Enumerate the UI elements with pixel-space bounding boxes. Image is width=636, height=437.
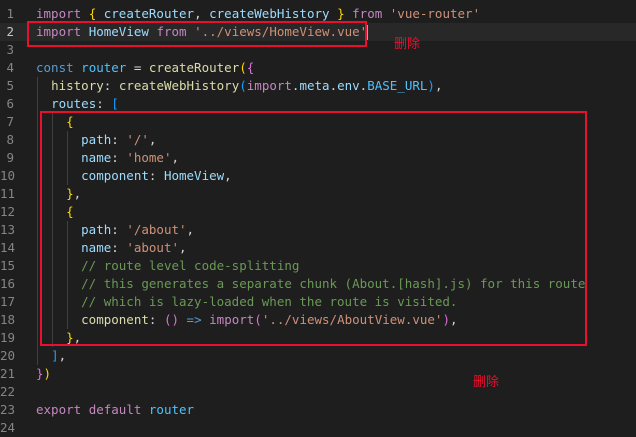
- code-line[interactable]: 4 const router = createRouter({: [0, 59, 636, 77]
- text-cursor: [367, 25, 369, 40]
- line-number: 22: [0, 384, 16, 399]
- line-number: 19: [0, 330, 16, 345]
- line-number: 21: [0, 366, 16, 381]
- code-line[interactable]: 24: [0, 419, 636, 437]
- code-text: const router = createRouter({: [36, 60, 255, 75]
- line-number: 8: [6, 132, 14, 147]
- line-number: 3: [6, 42, 14, 57]
- line-number: 11: [0, 186, 16, 201]
- line-number: 6: [6, 96, 14, 111]
- line-number: 4: [6, 60, 14, 75]
- line-number: 16: [0, 276, 16, 291]
- code-line[interactable]: 21}): [0, 365, 636, 383]
- line-number: 14: [0, 240, 16, 255]
- code-text: }): [36, 366, 52, 381]
- line-number: 1: [6, 6, 14, 21]
- code-text: export default router: [36, 402, 195, 417]
- code-line[interactable]: 22: [0, 383, 636, 401]
- code-text: history: createWebHistory(import.meta.en…: [51, 78, 443, 93]
- delete-highlight-import-line: [27, 21, 367, 47]
- line-number: 13: [0, 222, 16, 237]
- line-number: 5: [6, 78, 14, 93]
- delete-annotation-1: 删除: [394, 37, 421, 52]
- line-number: 17: [0, 294, 16, 309]
- line-number: 15: [0, 258, 16, 273]
- code-line[interactable]: 20 ],: [0, 347, 636, 365]
- line-number: 10: [0, 168, 16, 183]
- delete-annotation-2: 删除: [473, 375, 500, 390]
- line-number: 2: [6, 24, 14, 39]
- line-number: 12: [0, 204, 16, 219]
- line-number: 24: [0, 420, 16, 435]
- indent-guide: [37, 77, 38, 365]
- delete-highlight-home-route: [40, 111, 587, 346]
- code-line[interactable]: 5 history: createWebHistory(import.meta.…: [0, 77, 636, 95]
- line-number: 20: [0, 348, 16, 363]
- line-number: 18: [0, 312, 16, 327]
- code-line[interactable]: 23 export default router: [0, 401, 636, 419]
- line-number: 23: [0, 402, 16, 417]
- line-number: 7: [6, 114, 14, 129]
- code-text: ],: [51, 348, 67, 363]
- line-number: 9: [6, 150, 14, 165]
